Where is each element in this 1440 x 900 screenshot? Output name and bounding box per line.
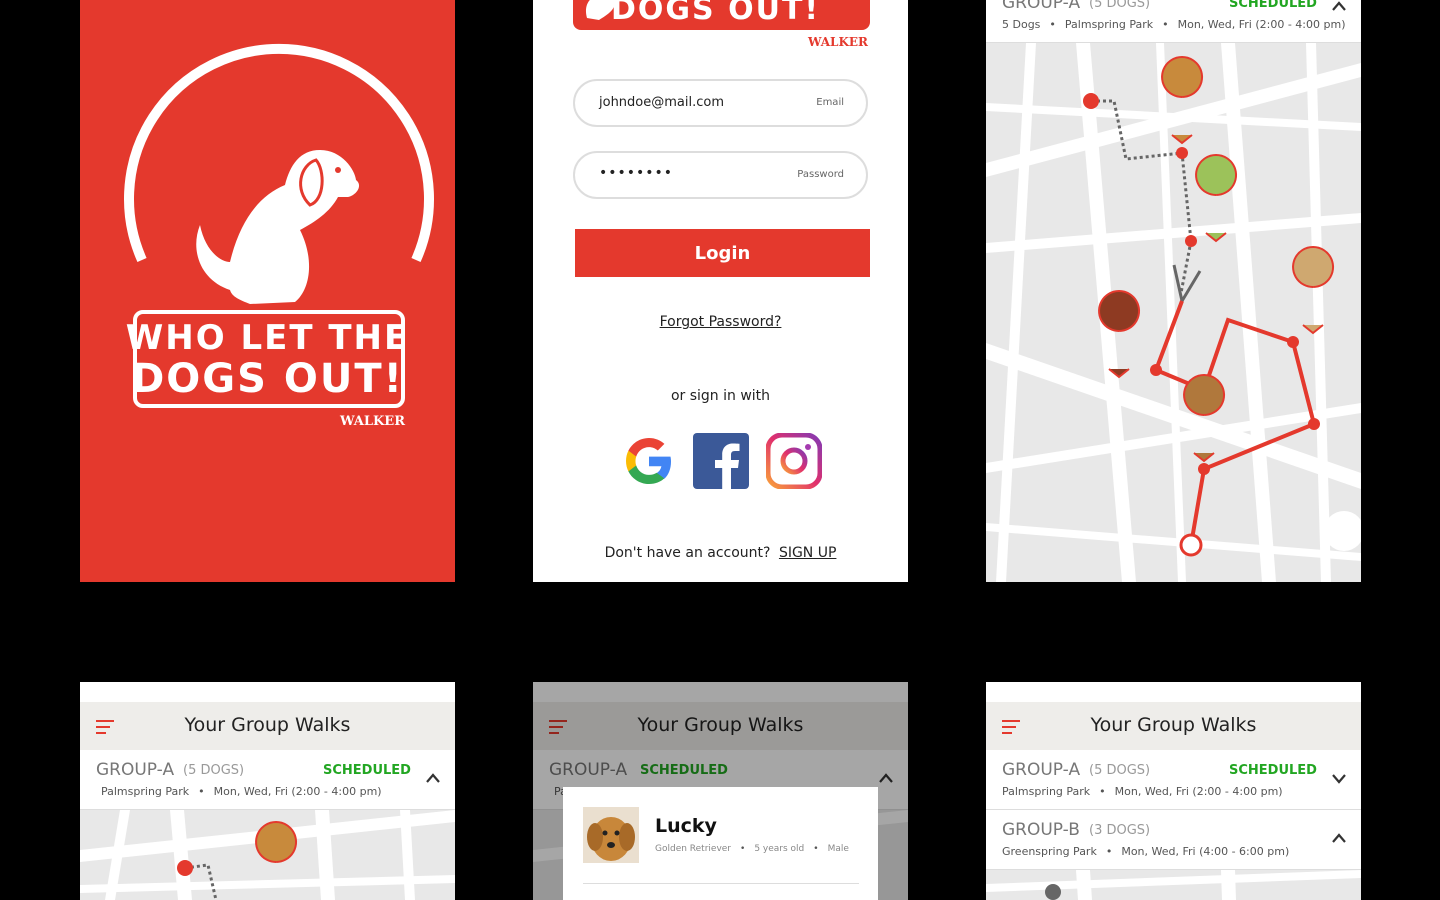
dog-sex: Male	[827, 844, 849, 854]
group-walks-screen-2: Your Group Walks GROUP-A SCHEDULED Pa Lu…	[533, 682, 908, 900]
park-name: Greenspring Park	[1002, 845, 1097, 858]
group-name: GROUP-B	[1002, 820, 1080, 840]
group-meta: Palmspring Park • Mon, Wed, Fri (2:00 - 4:…	[1002, 785, 1283, 798]
route-map[interactable]	[986, 43, 1361, 582]
app-header: Your Group Walks	[80, 702, 455, 750]
signup-row: Don't have an account? SIGN UP	[533, 545, 908, 561]
password-field[interactable]: •••••••• Password	[573, 151, 868, 199]
password-label: Password	[797, 169, 844, 180]
app-logo	[124, 44, 434, 408]
divider	[583, 883, 859, 884]
google-icon[interactable]	[621, 433, 677, 489]
page-title: Your Group Walks	[184, 714, 351, 736]
group-b-row[interactable]: GROUP-B (3 DOGS) Greenspring Park • Mon, W…	[986, 810, 1361, 870]
dog-detail-card[interactable]: Lucky Golden Retriever • 5 years old • Male	[563, 787, 878, 900]
app-header: Your Group Walks	[986, 702, 1361, 750]
group-name: GROUP-A	[1002, 0, 1081, 13]
no-account-label: Don't have an account?	[604, 545, 771, 561]
group-meta: Greenspring Park • Mon, Wed, Fri (4:00 - 6…	[1002, 845, 1290, 858]
signup-link[interactable]: SIGN UP	[779, 545, 836, 561]
dog-age: 5 years old	[754, 844, 805, 854]
group-name: GROUP-A	[96, 760, 175, 780]
group-count: (5 DOGS)	[183, 763, 245, 778]
dog-photo	[583, 807, 639, 863]
login-screen: DOGS OUT! WALKER johndoe@mail.com Email …	[533, 0, 908, 582]
group-a-header[interactable]: GROUP-A (5 DOGS) SCHEDULED 5 Dogs • Palmsp…	[986, 0, 1361, 43]
park-name: Palmspring Park	[1002, 785, 1091, 798]
group-meta: 5 Dogs • Palmspring Park • Mon, Wed, Fri (2:…	[1002, 18, 1346, 31]
group-walks-screen-1: Your Group Walks GROUP-A (5 DOGS) SCHEDU…	[80, 682, 455, 900]
dog-name: Lucky	[655, 815, 717, 837]
chevron-down-icon[interactable]	[1331, 772, 1347, 784]
password-value: ••••••••	[599, 165, 674, 181]
email-label: Email	[816, 97, 844, 108]
login-logo-subtitle: WALKER	[808, 35, 869, 49]
group-a-row[interactable]: GROUP-A (5 DOGS) SCHEDULED Palmspring Pa…	[80, 750, 455, 810]
status-badge: SCHEDULED	[1229, 0, 1317, 11]
facebook-icon[interactable]	[693, 433, 749, 489]
schedule: Mon, Wed, Fri (2:00 - 4:00 pm)	[213, 785, 382, 798]
or-sign-in-label: or sign in with	[670, 388, 771, 404]
chevron-up-icon[interactable]	[425, 772, 441, 784]
page-title: Your Group Walks	[1090, 714, 1257, 736]
dogs-count: 5 Dogs	[1002, 18, 1041, 31]
park-name: Palmspring Park	[1064, 18, 1154, 31]
email-field[interactable]: johndoe@mail.com Email	[573, 79, 868, 127]
logo-text-line2: DOGS OUT!	[131, 356, 404, 402]
park-name: Palmspring Park	[101, 785, 190, 798]
chevron-up-icon[interactable]	[1331, 0, 1347, 12]
route-map-screen: GROUP-A (5 DOGS) SCHEDULED 5 Dogs • Palmsp…	[986, 0, 1361, 582]
dog-breed: Golden Retriever	[655, 844, 732, 854]
group-count: (5 DOGS)	[1089, 0, 1151, 11]
status-badge: SCHEDULED	[1229, 763, 1317, 778]
chevron-up-icon[interactable]	[1331, 832, 1347, 844]
route-map-preview[interactable]	[80, 810, 455, 900]
schedule: Mon, Wed, Fri (2:00 - 4:00 pm)	[1177, 18, 1346, 31]
group-a-row[interactable]: GROUP-A (5 DOGS) SCHEDULED Palmspring Pa…	[986, 750, 1361, 810]
login-logo-text: DOGS OUT!	[611, 0, 821, 27]
logo-text-line1: WHO LET THE	[125, 318, 410, 358]
schedule: Mon, Wed, Fri (4:00 - 6:00 pm)	[1121, 845, 1290, 858]
route-map-preview[interactable]	[986, 870, 1361, 900]
group-meta: Palmspring Park • Mon, Wed, Fri (2:00 - 4:…	[101, 785, 382, 798]
group-count: (5 DOGS)	[1089, 763, 1151, 778]
instagram-icon[interactable]	[766, 433, 822, 489]
logo-subtitle: WALKER	[340, 414, 406, 429]
dog-meta: Golden Retriever • 5 years old • Male	[655, 844, 849, 854]
group-count: (3 DOGS)	[1089, 823, 1151, 838]
login-button[interactable]: Login	[575, 229, 870, 277]
splash-screen: WHO LET THE DOGS OUT! WALKER	[80, 0, 455, 582]
forgot-password-link[interactable]: Forgot Password?	[533, 314, 908, 330]
status-badge: SCHEDULED	[323, 763, 411, 778]
schedule: Mon, Wed, Fri (2:00 - 4:00 pm)	[1114, 785, 1283, 798]
group-walks-screen-3: Your Group Walks GROUP-A (5 DOGS) SCHEDU…	[986, 682, 1361, 900]
group-name: GROUP-A	[1002, 760, 1081, 780]
email-value: johndoe@mail.com	[599, 95, 724, 110]
